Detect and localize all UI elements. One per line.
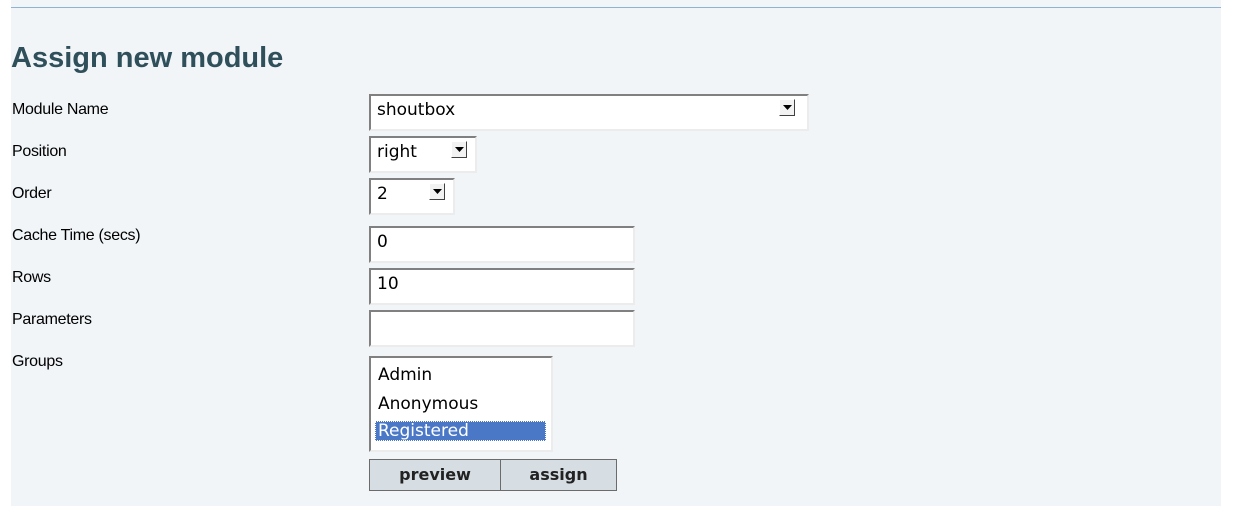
position-select[interactable]: right: [369, 136, 477, 173]
cache-time-value: 0: [377, 232, 388, 252]
groups-listbox[interactable]: Admin Anonymous Registered: [369, 356, 553, 452]
module-name-select[interactable]: shoutbox: [369, 94, 809, 131]
rows-value: 10: [377, 274, 399, 294]
chevron-down-icon[interactable]: [429, 183, 445, 200]
preview-button[interactable]: preview: [369, 459, 501, 491]
module-name-value: shoutbox: [377, 100, 456, 120]
position-value: right: [377, 142, 417, 162]
parameters-label: Parameters: [12, 311, 92, 328]
rows-label: Rows: [12, 269, 51, 286]
position-label: Position: [12, 143, 67, 160]
group-option-registered[interactable]: Registered: [375, 421, 546, 441]
chevron-down-icon[interactable]: [451, 141, 467, 158]
module-name-label: Module Name: [12, 101, 109, 118]
groups-label: Groups: [12, 353, 63, 370]
page-title: Assign new module: [11, 42, 284, 74]
group-option-anonymous[interactable]: Anonymous: [375, 394, 478, 414]
divider: [11, 7, 1221, 8]
order-label: Order: [12, 185, 52, 202]
group-option-admin[interactable]: Admin: [375, 365, 432, 385]
order-value: 2: [377, 184, 388, 204]
module-assign-panel: Assign new module Module Name Position O…: [11, 0, 1221, 506]
order-select[interactable]: 2: [369, 178, 455, 215]
cache-time-input[interactable]: 0: [369, 226, 635, 263]
chevron-down-icon[interactable]: [779, 99, 795, 116]
parameters-input[interactable]: [369, 310, 635, 347]
cache-time-label: Cache Time (secs): [12, 227, 141, 244]
assign-button[interactable]: assign: [500, 459, 617, 491]
rows-input[interactable]: 10: [369, 268, 635, 305]
